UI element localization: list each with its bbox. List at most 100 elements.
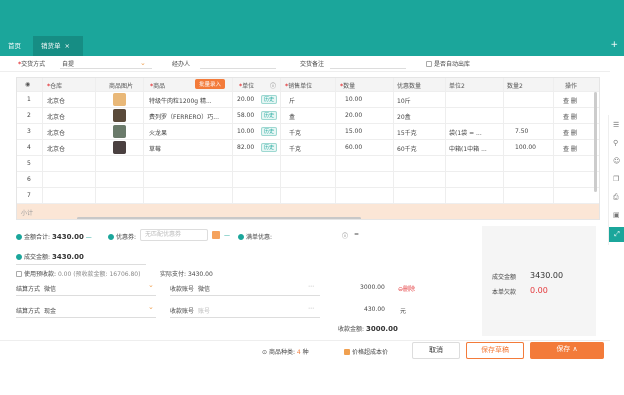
qty2-cell[interactable]: 7.50 xyxy=(515,128,528,135)
table-row[interactable]: 1 北京仓 特级牛肉粒1200g 精... 20.00 历史 斤 10.00 1… xyxy=(17,92,599,108)
unit2-cell[interactable]: 中箱(1中箱 ... xyxy=(449,144,501,153)
qty-cell[interactable]: 10.00 xyxy=(345,96,362,103)
price-cell[interactable]: 20.00 xyxy=(237,96,254,103)
sales-unit-cell[interactable]: 千克 xyxy=(289,144,301,153)
more-icon[interactable]: ⋯ xyxy=(308,283,314,290)
warehouse-cell[interactable]: 北京仓 xyxy=(47,112,65,121)
delete-payment[interactable]: ⊖删除 xyxy=(398,284,415,293)
product-image xyxy=(113,93,126,106)
tab-sales-order[interactable]: 销货单 × xyxy=(33,36,83,56)
product-cell[interactable]: 火龙果 xyxy=(149,128,231,137)
vertical-scrollbar[interactable] xyxy=(594,92,597,192)
account-no-value[interactable]: 微信 xyxy=(198,284,210,293)
price-cell[interactable]: 82.00 xyxy=(237,144,254,151)
plus-icon[interactable]: + xyxy=(610,40,618,50)
price-over-cost-checkbox[interactable]: 价格超成本价 xyxy=(344,347,388,356)
deal-summary-panel: 成交金额 3430.00 本单欠款 0.00 xyxy=(482,226,596,336)
row-actions[interactable]: 查 删 xyxy=(563,112,577,121)
expand-icon[interactable]: ⤢ xyxy=(609,227,624,242)
row-actions[interactable]: 查 删 xyxy=(563,128,577,137)
tab-home[interactable]: 首页 xyxy=(0,36,30,56)
warehouse-cell[interactable]: 北京仓 xyxy=(47,96,65,105)
help-icon[interactable]: ⓘ xyxy=(342,231,348,240)
settle-method-label: 结算方式 xyxy=(16,286,41,293)
cancel-button[interactable]: 取消 xyxy=(412,342,460,359)
sales-unit-cell[interactable]: 斤 xyxy=(289,96,295,105)
full-discount-label: 满单优惠: xyxy=(238,232,272,241)
account2-input[interactable]: 账号 xyxy=(198,306,210,315)
save-button[interactable]: 保存 ∧ xyxy=(530,342,604,359)
disc-qty-cell: 20盒 xyxy=(397,114,411,121)
owe-value: 0.00 xyxy=(530,286,548,295)
chevron-down-icon[interactable]: ⌄ xyxy=(148,281,154,289)
col-warehouse: *仓库 xyxy=(47,83,63,90)
amount-1[interactable]: 3000.00 xyxy=(360,284,385,291)
handler-input[interactable] xyxy=(200,68,276,69)
history-badge[interactable]: 历史 xyxy=(261,95,278,104)
settle-field-label: *交货方式 xyxy=(18,61,46,68)
remark-input[interactable] xyxy=(330,68,406,69)
product-image xyxy=(113,141,126,154)
subtotal-label: 小计 xyxy=(21,210,34,217)
row-actions[interactable]: 查 删 xyxy=(563,144,577,153)
table-row[interactable]: 4 北京仓 草莓 82.00 历史 千克 60.00 60千克 中箱(1中箱 .… xyxy=(17,140,599,156)
footer-bar: ⊙ 商品种类: 4 种 价格超成本价 取消 保存草稿 保存 ∧ xyxy=(0,340,610,360)
chevron-down-icon[interactable]: ⌄ xyxy=(140,59,146,67)
warehouse-cell[interactable]: 北京仓 xyxy=(47,144,65,153)
unit2-cell[interactable]: 袋(1袋 = ... xyxy=(449,128,501,137)
horizontal-scrollbar[interactable] xyxy=(77,217,361,219)
product-cell[interactable]: 费列罗（FERRERO）巧... xyxy=(149,112,231,121)
price-cell[interactable]: 10.00 xyxy=(237,128,254,135)
settle2-label: 结算方式 xyxy=(16,308,41,315)
qty2-cell[interactable]: 100.00 xyxy=(515,144,536,151)
product-cell[interactable]: 特级牛肉粒1200g 精... xyxy=(149,96,231,105)
sales-unit-cell[interactable]: 盒 xyxy=(289,112,295,121)
row-actions[interactable]: 查 删 xyxy=(563,96,577,105)
coupon-toggle-icon[interactable] xyxy=(212,231,220,239)
info-icon[interactable]: ⓘ xyxy=(270,81,276,90)
settle-method-value[interactable]: 微信 xyxy=(44,284,56,293)
coupon-select[interactable]: 无匹配优惠券 xyxy=(140,229,208,241)
amount-2[interactable]: 430.00 xyxy=(364,306,385,313)
save-draft-button[interactable]: 保存草稿 xyxy=(466,342,524,359)
settle2-value[interactable]: 现金 xyxy=(44,306,56,315)
sales-unit-cell[interactable]: 千克 xyxy=(289,128,301,137)
price-cell[interactable]: 58.00 xyxy=(237,112,254,119)
product-cell[interactable]: 草莓 xyxy=(149,144,231,153)
account-underline xyxy=(170,295,320,296)
history-badge[interactable]: 历史 xyxy=(261,143,278,152)
table-row[interactable]: 6 xyxy=(17,172,599,188)
use-deposit-checkbox[interactable]: 使用预收款: 0.00 (预收款金额: 16706.80) xyxy=(16,269,140,278)
close-icon[interactable]: × xyxy=(65,42,70,50)
list-icon[interactable]: ☰ xyxy=(613,121,619,129)
qty-cell[interactable]: 60.00 xyxy=(345,144,362,151)
copy-icon[interactable]: ❐ xyxy=(613,175,619,183)
batch-entry-button[interactable]: 批量录入 xyxy=(195,79,226,89)
row-no: 2 xyxy=(27,112,31,119)
more-icon[interactable]: ⋯ xyxy=(308,305,314,312)
row-no: 1 xyxy=(27,96,31,103)
coupon-label: 优惠券: xyxy=(108,232,136,241)
col-disc-qty: 优惠数量 xyxy=(397,83,422,90)
history-badge[interactable]: 历史 xyxy=(261,111,278,120)
history-badge[interactable]: 历史 xyxy=(261,127,278,136)
header-fields: *交货方式 自提 ⌄ 经办人 交货备注 是否自动出库 xyxy=(0,56,610,72)
qty-cell[interactable]: 20.00 xyxy=(345,112,362,119)
chevron-down-icon[interactable]: ⌄ xyxy=(148,303,154,311)
qty-cell[interactable]: 15.00 xyxy=(345,128,362,135)
eye-icon[interactable]: ◉ xyxy=(25,81,30,88)
auto-outbound-checkbox[interactable]: 是否自动出库 xyxy=(426,59,470,68)
table-row[interactable]: 7 xyxy=(17,188,599,204)
table-row[interactable]: 2 北京仓 费列罗（FERRERO）巧... 58.00 历史 盒 20.00 … xyxy=(17,108,599,124)
col-price: *单位 xyxy=(239,83,255,90)
settle-field-value[interactable]: 自提 xyxy=(62,59,74,68)
printer-icon[interactable]: ⎙ xyxy=(613,193,619,202)
save-icon[interactable]: ▣ xyxy=(613,211,620,219)
link-icon[interactable]: ⚲ xyxy=(613,139,618,147)
table-row[interactable]: 3 北京仓 火龙果 10.00 历史 千克 15.00 15千克 袋(1袋 = … xyxy=(17,124,599,140)
smile-icon[interactable]: ☺ xyxy=(613,157,620,165)
table-row[interactable]: 5 xyxy=(17,156,599,172)
product-image xyxy=(113,109,126,122)
settle2-underline xyxy=(16,317,156,318)
warehouse-cell[interactable]: 北京仓 xyxy=(47,128,65,137)
